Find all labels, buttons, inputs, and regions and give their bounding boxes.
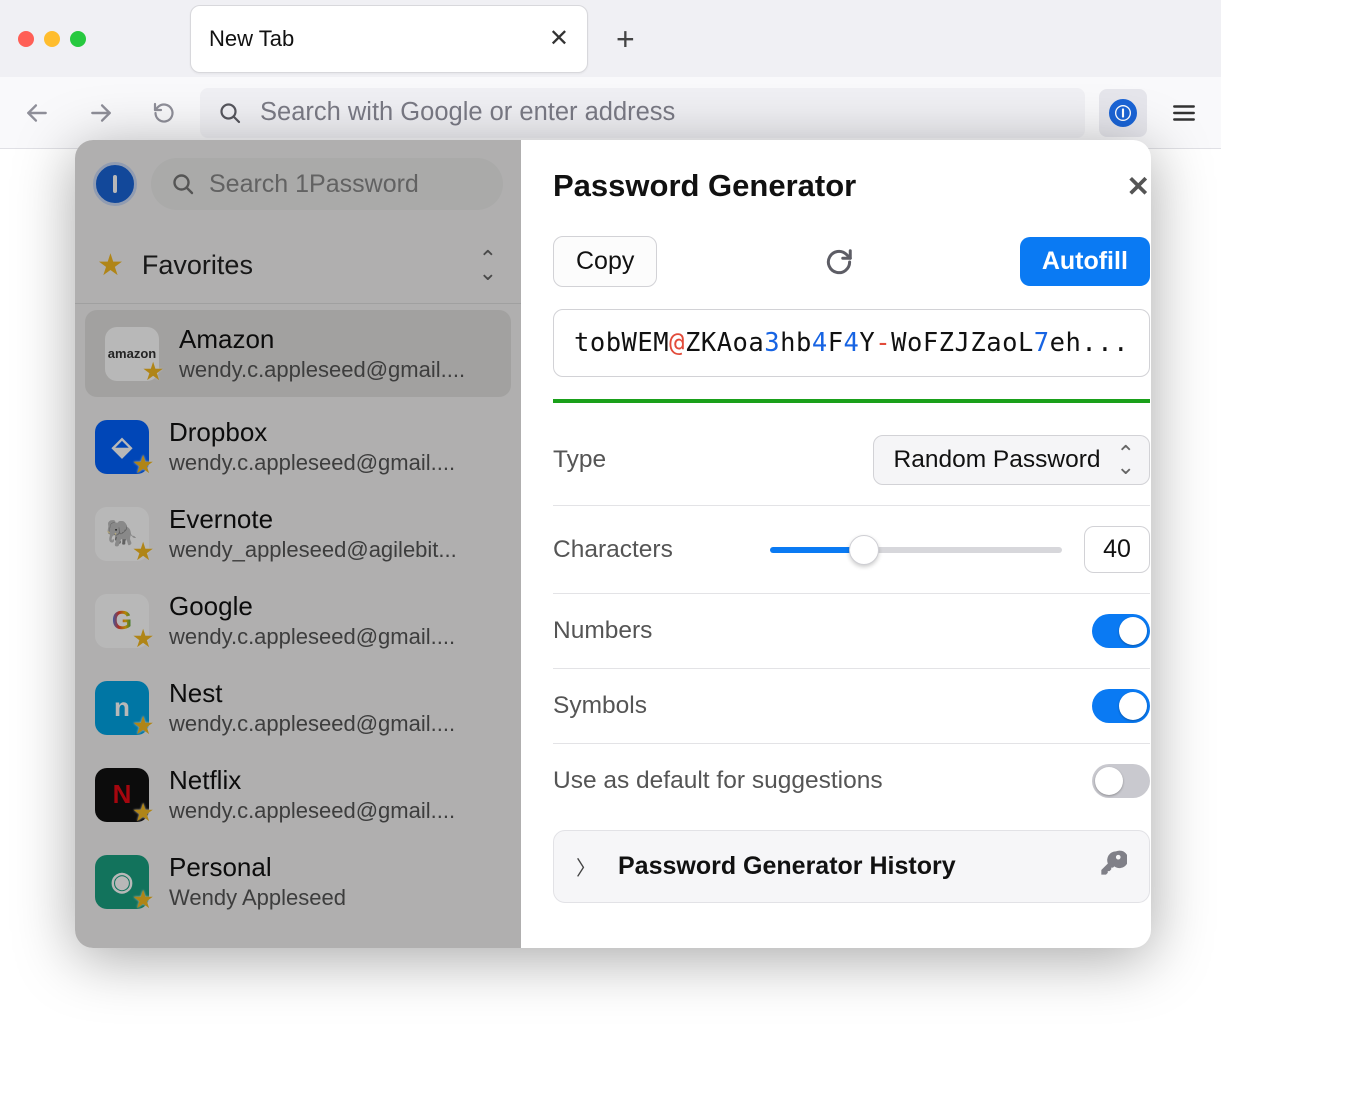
strength-bar [553,399,1150,403]
list-item-subtitle: wendy.c.appleseed@gmail.... [169,450,455,476]
sidebar-section-title: Favorites [142,250,253,281]
password-generator-panel: Password Generator ✕ Copy Autofill tobWE… [521,140,1151,948]
sidebar-item-amazon[interactable]: amazon★ Amazon wendy.c.appleseed@gmail..… [85,310,511,397]
sidebar-item-evernote[interactable]: 🐘★ Evernote wendy_appleseed@agilebit... [75,490,521,577]
sidebar-search-input[interactable]: Search 1Password [151,158,503,210]
list-item-title: Personal [169,852,346,883]
copy-button[interactable]: Copy [553,236,657,287]
onepassword-extension-button[interactable] [1099,89,1147,137]
sidebar-item-netflix[interactable]: N★ Netflix wendy.c.appleseed@gmail.... [75,751,521,838]
back-icon[interactable] [24,100,50,126]
sidebar-section-header[interactable]: ★ Favorites ⌃⌄ [75,228,521,304]
list-item-title: Dropbox [169,417,455,448]
favorite-star-icon: ★ [133,452,153,478]
numbers-toggle[interactable] [1092,614,1150,648]
default-label: Use as default for suggestions [553,767,883,795]
characters-value[interactable]: 40 [1084,526,1150,573]
type-select[interactable]: Random Password ⌃⌄ [873,435,1150,485]
onepassword-logo-icon[interactable] [93,162,137,206]
symbols-toggle[interactable] [1092,689,1150,723]
key-icon [1099,849,1127,884]
slider-thumb[interactable] [849,535,879,565]
favorite-star-icon: ★ [133,626,153,652]
dropbox-icon: ⬙★ [95,420,149,474]
identity-icon: ◉★ [95,855,149,909]
netflix-icon: N★ [95,768,149,822]
favorite-star-icon: ★ [133,713,153,739]
hamburger-menu-icon[interactable] [1161,100,1207,126]
generated-password-field[interactable]: tobWEM@ZKAoa3hb4F4Y-WoFZJZaoL7eh... [553,309,1150,377]
star-icon: ★ [97,251,124,281]
favorite-star-icon: ★ [143,359,163,385]
type-value: Random Password [894,446,1101,474]
nest-icon: n★ [95,681,149,735]
sidebar-list: amazon★ Amazon wendy.c.appleseed@gmail..… [75,310,521,925]
reload-icon[interactable] [152,101,176,125]
favorite-star-icon: ★ [133,887,153,913]
list-item-title: Nest [169,678,455,709]
symbols-label: Symbols [553,692,647,720]
list-item-subtitle: wendy_appleseed@agilebit... [169,537,457,563]
window-controls [18,31,86,47]
address-placeholder: Search with Google or enter address [260,98,675,127]
window-close-button[interactable] [18,31,34,47]
regenerate-icon[interactable] [824,247,854,277]
list-item-subtitle: wendy.c.appleseed@gmail.... [169,624,455,650]
autofill-button[interactable]: Autofill [1020,237,1150,286]
sidebar-search-placeholder: Search 1Password [209,170,419,199]
tab-close-icon[interactable]: ✕ [549,27,569,51]
chevron-right-icon: 〉 [576,852,596,881]
evernote-icon: 🐘★ [95,507,149,561]
sidebar: Search 1Password ★ Favorites ⌃⌄ amazon★ [75,140,521,948]
toolbar: Search with Google or enter address [0,77,1221,149]
onepassword-icon [1109,99,1137,127]
search-icon [218,101,242,125]
characters-slider[interactable] [770,547,1062,553]
favorite-star-icon: ★ [133,539,153,565]
amazon-icon: amazon★ [105,327,159,381]
section-selector-icon[interactable]: ⌃⌄ [479,252,497,278]
list-item-title: Evernote [169,504,457,535]
list-item-title: Amazon [179,324,465,355]
google-icon: G★ [95,594,149,648]
new-tab-button[interactable]: + [616,23,635,55]
browser-tab[interactable]: New Tab ✕ [190,5,588,73]
onepassword-popup: Search 1Password ★ Favorites ⌃⌄ amazon★ [75,140,1151,948]
close-icon[interactable]: ✕ [1126,170,1149,203]
address-bar[interactable]: Search with Google or enter address [200,88,1085,138]
list-item-subtitle: wendy.c.appleseed@gmail.... [179,357,465,383]
list-item-subtitle: wendy.c.appleseed@gmail.... [169,711,455,737]
window-zoom-button[interactable] [70,31,86,47]
history-label: Password Generator History [618,852,956,881]
characters-label: Characters [553,536,673,564]
default-toggle[interactable] [1092,764,1150,798]
sidebar-item-nest[interactable]: n★ Nest wendy.c.appleseed@gmail.... [75,664,521,751]
list-item-subtitle: Wendy Appleseed [169,885,346,911]
password-history-button[interactable]: 〉 Password Generator History [553,830,1150,903]
search-icon [171,172,195,196]
chevron-updown-icon: ⌃⌄ [1116,447,1134,473]
sidebar-item-personal[interactable]: ◉★ Personal Wendy Appleseed [75,838,521,925]
sidebar-item-dropbox[interactable]: ⬙★ Dropbox wendy.c.appleseed@gmail.... [75,403,521,490]
window-minimize-button[interactable] [44,31,60,47]
numbers-label: Numbers [553,617,652,645]
list-item-title: Google [169,591,455,622]
tabstrip: New Tab ✕ + [0,0,1221,77]
forward-icon[interactable] [88,100,114,126]
tab-title: New Tab [209,26,294,52]
list-item-subtitle: wendy.c.appleseed@gmail.... [169,798,455,824]
favorite-star-icon: ★ [133,800,153,826]
list-item-title: Netflix [169,765,455,796]
panel-title: Password Generator [553,168,856,204]
sidebar-item-google[interactable]: G★ Google wendy.c.appleseed@gmail.... [75,577,521,664]
type-label: Type [553,446,606,474]
